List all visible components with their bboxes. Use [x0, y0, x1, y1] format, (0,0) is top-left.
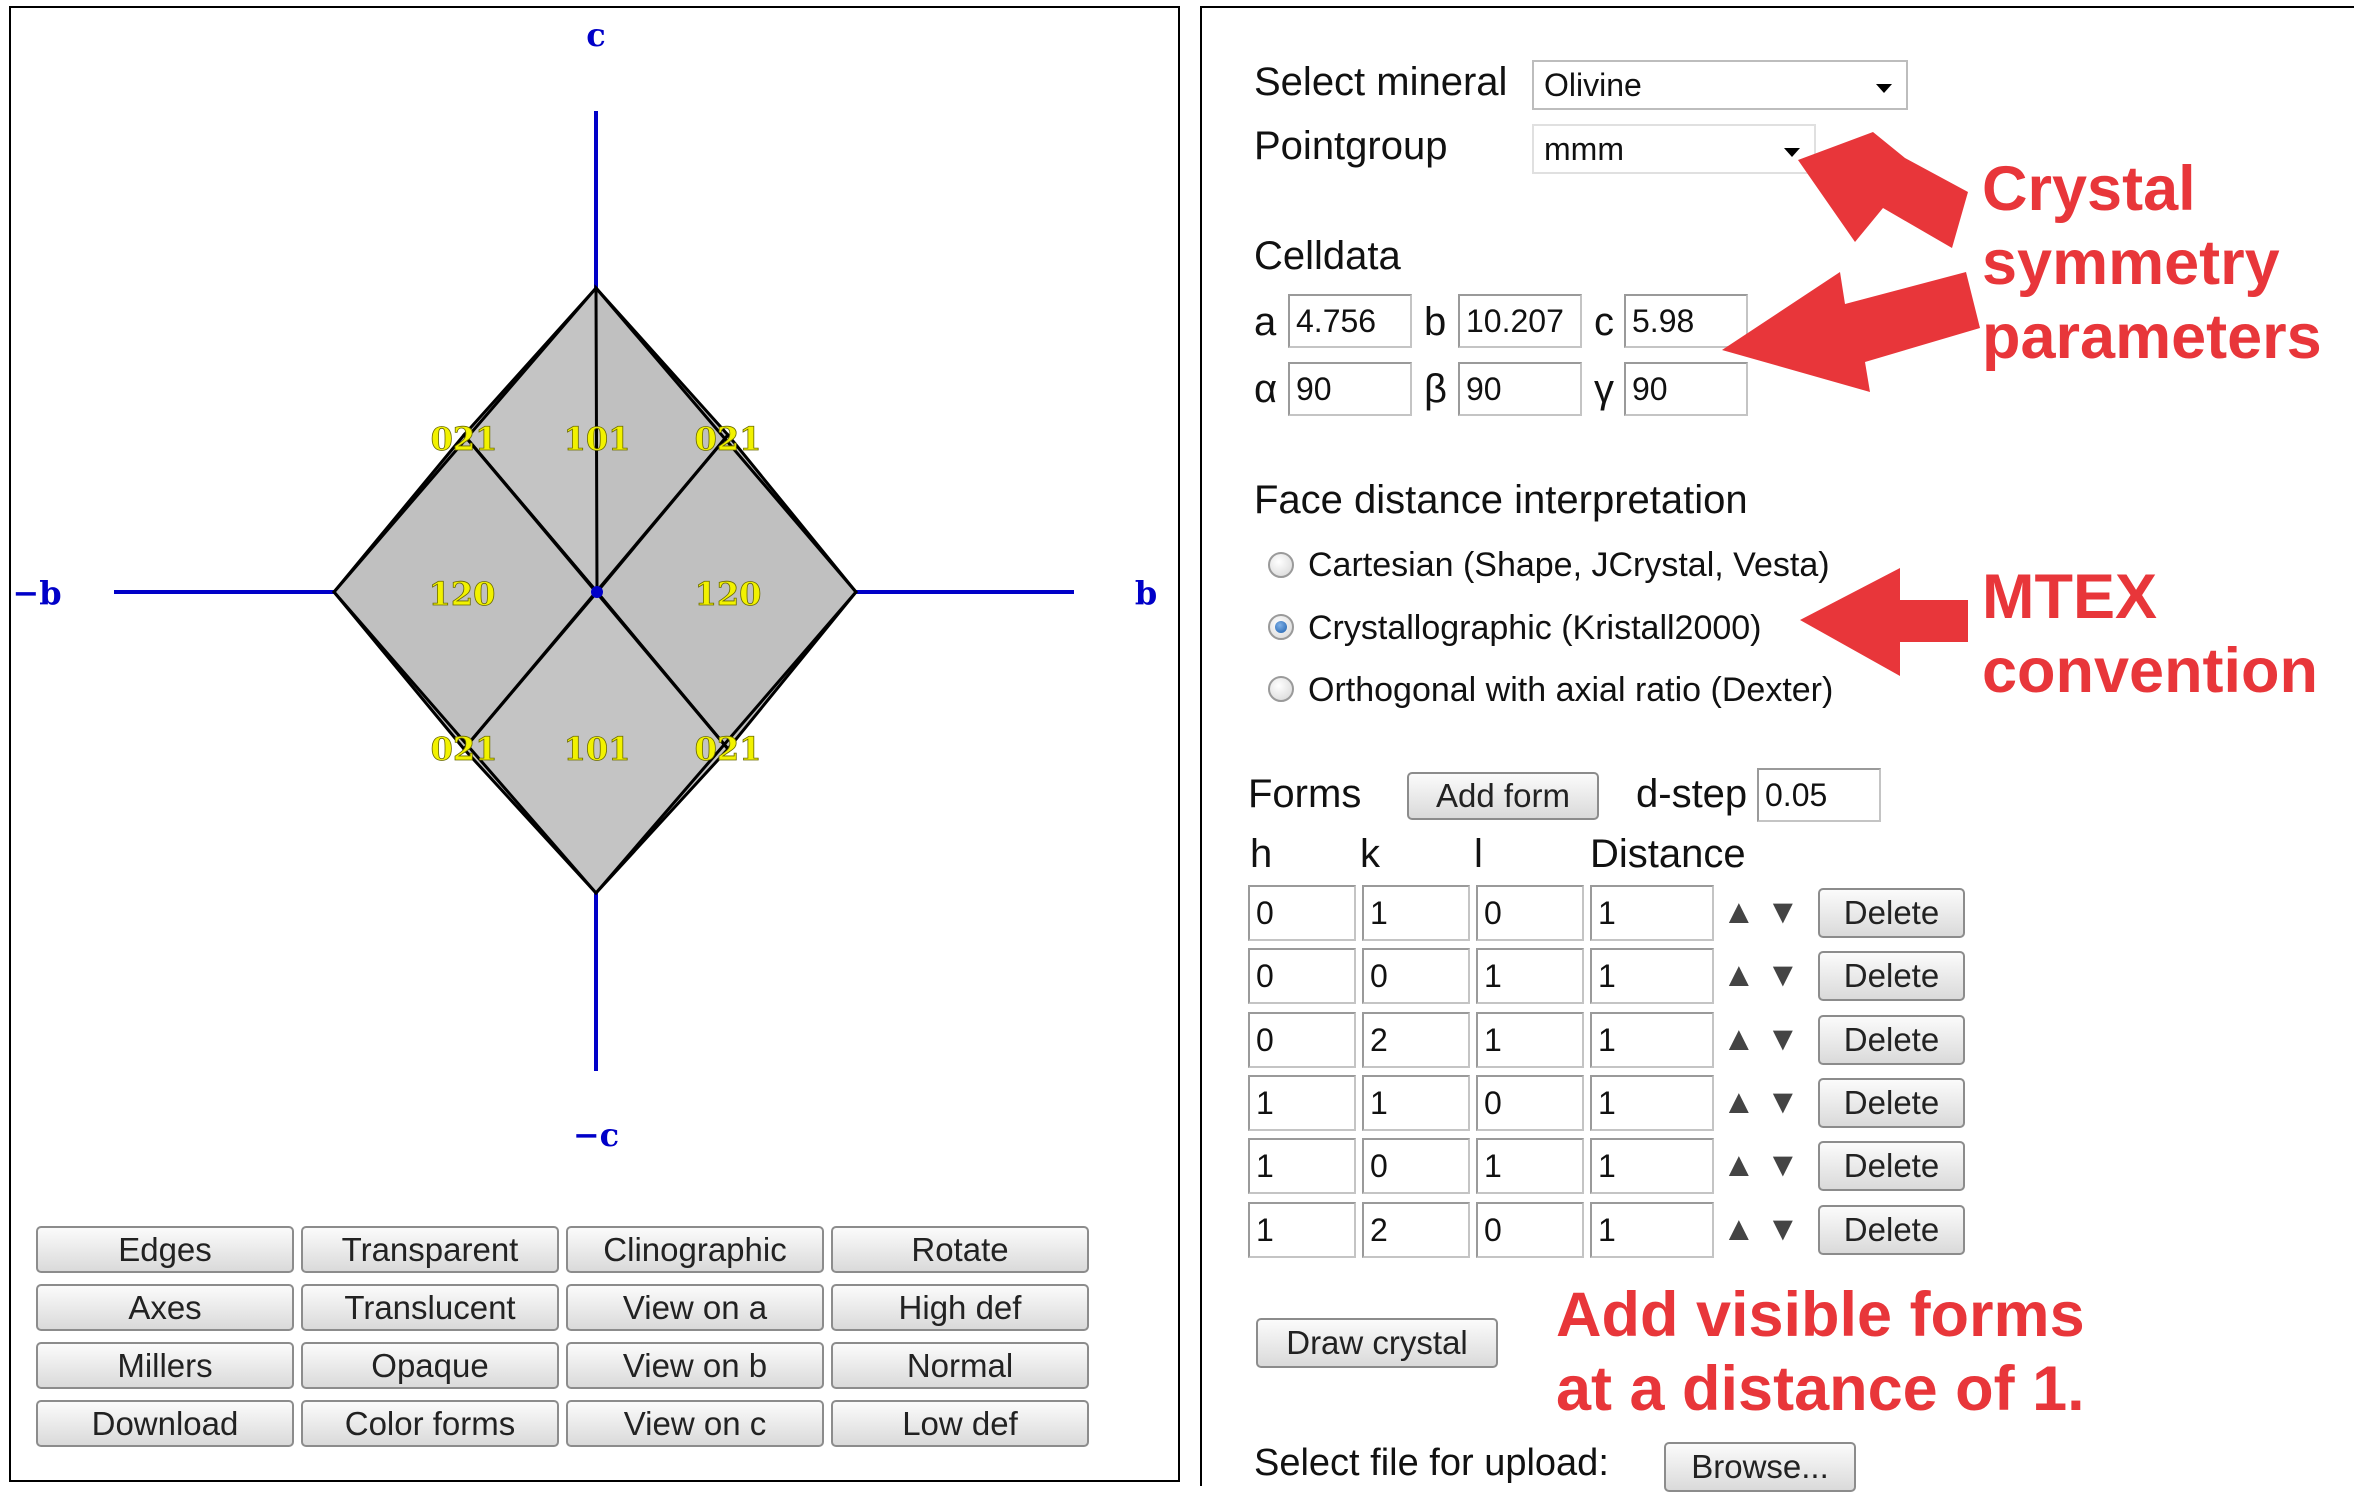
arrow-celldata	[1722, 272, 1980, 392]
annotation-line: parameters	[1982, 302, 2322, 372]
annotation-line: symmetry	[1982, 228, 2280, 298]
annotation-line: MTEX	[1982, 562, 2158, 632]
annotation-line: at a distance of 1.	[1556, 1354, 2085, 1424]
arrow-pointgroup	[1798, 132, 1968, 248]
annotation-mtex: MTEX convention	[1982, 560, 2318, 708]
arrow-mtex	[1800, 568, 1968, 676]
annotation-forms: Add visible forms at a distance of 1.	[1556, 1278, 2085, 1426]
annotation-line: Crystal	[1982, 154, 2196, 224]
annotation-line: Add visible forms	[1556, 1280, 2085, 1350]
annotation-crystal-symmetry: Crystal symmetry parameters	[1982, 152, 2322, 374]
annotation-line: convention	[1982, 636, 2319, 706]
